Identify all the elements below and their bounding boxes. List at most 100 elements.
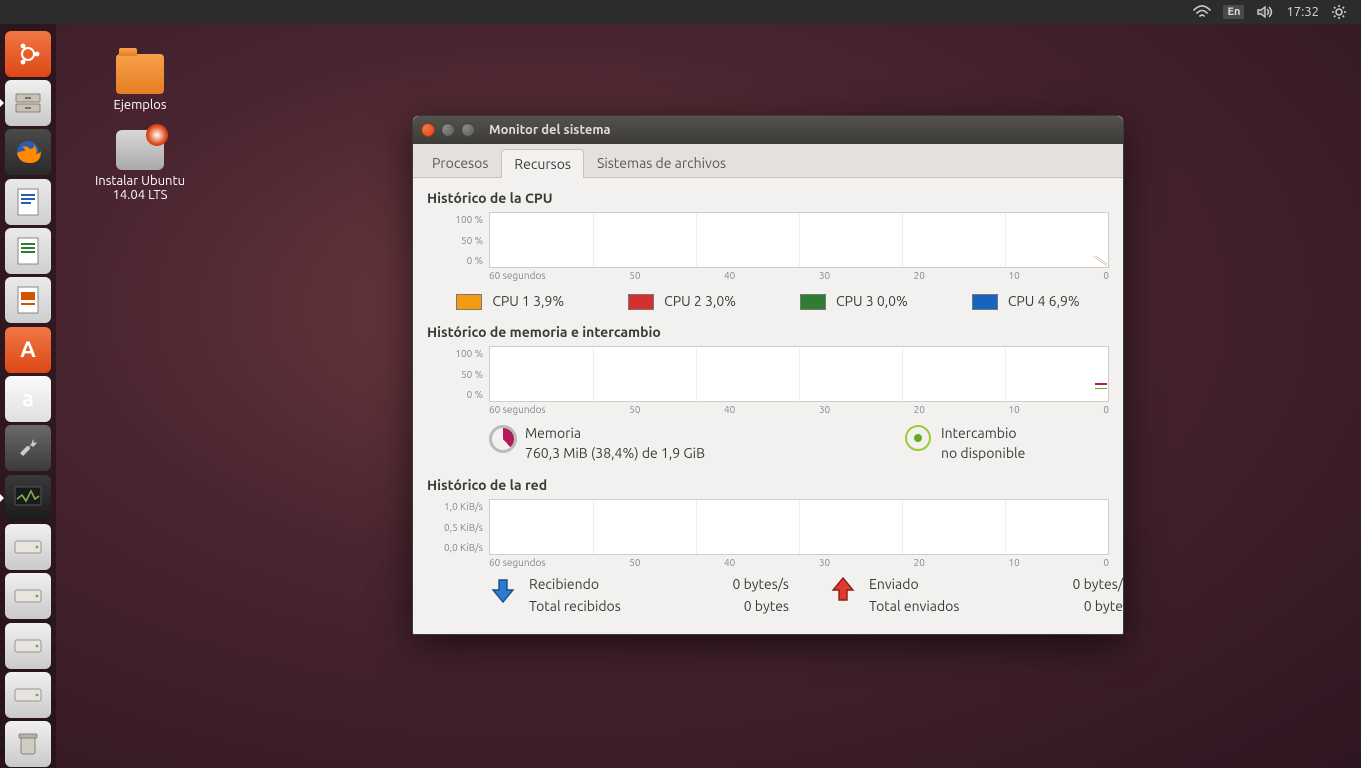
- swatch-icon: [972, 294, 998, 310]
- legend-item-cpu1[interactable]: CPU 1 3,9%: [456, 293, 564, 310]
- tab-recursos[interactable]: Recursos: [501, 149, 584, 178]
- recv-total: 0 bytes: [679, 598, 789, 614]
- window-maximize-button[interactable]: [461, 123, 475, 137]
- spreadsheet-icon: [15, 236, 41, 266]
- x-label: 20: [914, 404, 925, 415]
- launcher-drive-3[interactable]: [4, 622, 52, 669]
- desktop-icon-install-ubuntu[interactable]: Instalar Ubuntu 14.04 LTS: [80, 130, 200, 202]
- memory-value: 760,3 MiB (38,4%) de 1,9 GiB: [525, 445, 705, 461]
- launcher-dash[interactable]: [4, 30, 52, 77]
- x-label: 20: [914, 557, 925, 568]
- y-label: 1,0 KiB/s: [427, 501, 483, 512]
- x-label: 30: [819, 404, 830, 415]
- memory-label: Memoria: [525, 425, 705, 441]
- network-indicator[interactable]: [1187, 0, 1217, 24]
- net-send[interactable]: Enviado 0 bytes/s Total enviados 0 bytes: [829, 576, 1123, 614]
- x-label: 10: [1009, 557, 1020, 568]
- tabs: Procesos Recursos Sistemas de archivos: [413, 144, 1123, 178]
- legend-item-cpu2[interactable]: CPU 2 3,0%: [628, 293, 736, 310]
- clock-text: 17:32: [1286, 5, 1319, 19]
- launcher-settings[interactable]: [4, 425, 52, 472]
- y-label: 50 %: [427, 235, 483, 246]
- tab-sistemas[interactable]: Sistemas de archivos: [584, 148, 739, 177]
- arrow-up-icon: [829, 576, 857, 604]
- window-minimize-button[interactable]: [441, 123, 455, 137]
- send-label: Enviado: [869, 576, 1009, 592]
- recv-label: Recibiendo: [529, 576, 669, 592]
- send-total-label: Total enviados: [869, 598, 1009, 614]
- x-label: 40: [724, 404, 735, 415]
- installer-icon: [116, 130, 164, 170]
- sound-indicator[interactable]: [1250, 0, 1280, 24]
- launcher-software-center[interactable]: A: [4, 326, 52, 373]
- drive-icon: [13, 586, 43, 606]
- x-label: 60 segundos: [489, 404, 546, 415]
- clock[interactable]: 17:32: [1280, 0, 1325, 24]
- launcher-trash[interactable]: [4, 721, 52, 768]
- desktop-icon-ejemplos[interactable]: Ejemplos: [80, 54, 200, 112]
- presentation-icon: [15, 285, 41, 315]
- desktop-icon-label-2: 14.04 LTS: [80, 188, 200, 202]
- swap-dot-icon: [905, 425, 931, 451]
- language-code: En: [1223, 5, 1244, 19]
- drawer-icon: [14, 92, 42, 114]
- gear-icon: [1331, 4, 1347, 20]
- x-label: 60 segundos: [489, 557, 546, 568]
- y-label: 100 %: [427, 348, 483, 359]
- drive-icon: [13, 685, 43, 705]
- launcher-drive-4[interactable]: [4, 671, 52, 718]
- memory-item[interactable]: Memoria 760,3 MiB (38,4%) de 1,9 GiB: [489, 425, 705, 461]
- language-indicator[interactable]: En: [1217, 0, 1250, 24]
- swap-item[interactable]: Intercambio no disponible: [905, 425, 1025, 461]
- swatch-icon: [628, 294, 654, 310]
- launcher-drive-1[interactable]: [4, 523, 52, 570]
- send-rate: 0 bytes/s: [1019, 576, 1123, 592]
- launcher-files[interactable]: [4, 79, 52, 126]
- x-label: 50: [629, 404, 640, 415]
- resources-body: Histórico de la CPU 100 % 50 % 0 % 60 se…: [413, 178, 1123, 626]
- window-close-button[interactable]: [421, 123, 435, 137]
- net-chart-area: [489, 499, 1109, 555]
- arrow-down-icon: [489, 576, 517, 604]
- swatch-icon: [800, 294, 826, 310]
- launcher: A a: [0, 24, 56, 768]
- launcher-calc[interactable]: [4, 227, 52, 274]
- launcher-writer[interactable]: [4, 178, 52, 225]
- net-chart: 1,0 KiB/s 0,5 KiB/s 0,0 KiB/s: [427, 499, 1109, 555]
- cpu-chart-area: [489, 212, 1109, 268]
- launcher-system-monitor[interactable]: [4, 474, 52, 521]
- folder-icon: [116, 54, 164, 94]
- cpu-chart: 100 % 50 % 0 %: [427, 212, 1109, 268]
- trash-icon: [16, 730, 40, 758]
- mem-section-title: Histórico de memoria e intercambio: [427, 324, 1109, 340]
- y-label: 50 %: [427, 369, 483, 380]
- net-section-title: Histórico de la red: [427, 477, 1109, 493]
- launcher-impress[interactable]: [4, 277, 52, 324]
- launcher-amazon[interactable]: a: [4, 375, 52, 422]
- x-label: 50: [629, 557, 640, 568]
- wrench-icon: [15, 435, 41, 461]
- x-label: 0: [1103, 557, 1109, 568]
- volume-icon: [1256, 5, 1274, 19]
- send-total: 0 bytes: [1019, 598, 1123, 614]
- legend-item-cpu4[interactable]: CPU 4 6,9%: [972, 293, 1080, 310]
- system-monitor-window: Monitor del sistema Procesos Recursos Si…: [412, 115, 1124, 635]
- net-recv[interactable]: Recibiendo 0 bytes/s Total recibidos 0 b…: [489, 576, 789, 614]
- launcher-drive-2[interactable]: [4, 573, 52, 620]
- legend-item-cpu3[interactable]: CPU 3 0,0%: [800, 293, 908, 310]
- firefox-icon: [13, 137, 43, 167]
- x-label: 10: [1009, 404, 1020, 415]
- x-label: 40: [724, 270, 735, 281]
- drive-icon: [13, 537, 43, 557]
- session-indicator[interactable]: [1325, 0, 1353, 24]
- y-label: 0 %: [427, 255, 483, 266]
- x-label: 40: [724, 557, 735, 568]
- document-icon: [15, 187, 41, 217]
- launcher-firefox[interactable]: [4, 129, 52, 176]
- cpu-legend: CPU 1 3,9% CPU 2 3,0% CPU 3 0,0% CPU 4 6…: [427, 293, 1109, 310]
- x-label: 10: [1009, 270, 1020, 281]
- titlebar[interactable]: Monitor del sistema: [413, 116, 1123, 144]
- x-label: 30: [819, 557, 830, 568]
- x-label: 20: [914, 270, 925, 281]
- tab-procesos[interactable]: Procesos: [419, 148, 501, 177]
